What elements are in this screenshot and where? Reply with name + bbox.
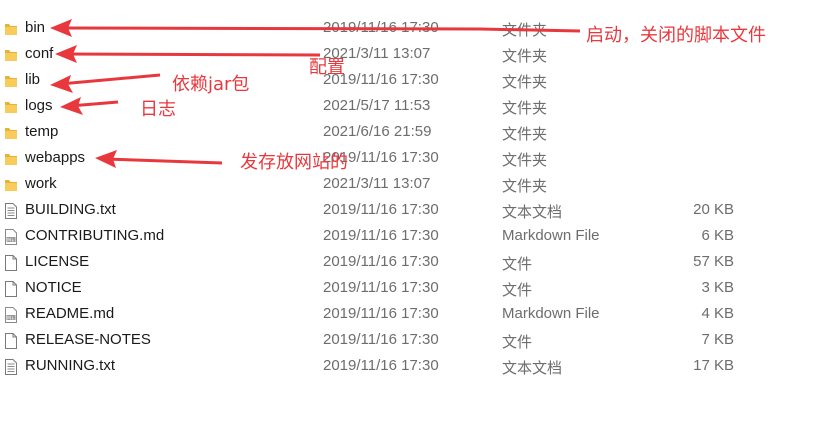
file-type: Markdown File — [502, 305, 600, 322]
file-list: bin 2019/11/16 17:30 文件夹 conf 2021/3/11 13:0… — [0, 16, 821, 380]
file-size: 20 KB — [693, 201, 734, 218]
file-date: 2021/3/11 13:07 — [323, 45, 431, 62]
file-row[interactable]: temp 2021/6/16 21:59 文件夹 — [0, 120, 760, 146]
file-type: 文件夹 — [502, 178, 548, 195]
file-row[interactable]: work 2021/3/11 13:07 文件夹 — [0, 172, 760, 198]
file-size: 4 KB — [701, 305, 734, 322]
file-row[interactable]: RUNNING.txt 2019/11/16 17:30 文本文档 17 KB — [0, 354, 760, 380]
file-date: 2019/11/16 17:30 — [323, 305, 439, 322]
file-row[interactable]: lib 2019/11/16 17:30 文件夹 — [0, 68, 760, 94]
file-row[interactable]: webapps 2019/11/16 17:30 文件夹 — [0, 146, 760, 172]
file-name: CONTRIBUTING.md — [25, 227, 165, 244]
file-size: 3 KB — [701, 279, 734, 296]
file-date: 2019/11/16 17:30 — [323, 19, 439, 36]
folder-icon — [4, 125, 18, 141]
file-type: Markdown File — [502, 227, 600, 244]
file-type: 文件 — [502, 282, 533, 299]
file-type: 文本文档 — [502, 360, 563, 377]
file-date: 2021/6/16 21:59 — [323, 123, 432, 140]
file-name: README.md — [25, 305, 115, 322]
file-date: 2019/11/16 17:30 — [323, 357, 439, 374]
file-type: 文件夹 — [502, 152, 548, 169]
file-name: NOTICE — [25, 279, 82, 296]
file-type: 文件夹 — [502, 100, 548, 117]
file-icon — [4, 281, 18, 297]
folder-icon — [4, 21, 18, 37]
file-type: 文件夹 — [502, 74, 548, 91]
file-name: logs — [25, 97, 53, 114]
file-name: RUNNING.txt — [25, 357, 115, 374]
file-row[interactable]: M↓ CONTRIBUTING.md 2019/11/16 17:30 Markdow… — [0, 224, 760, 250]
file-name: bin — [25, 19, 46, 36]
file-type: 文件夹 — [502, 22, 548, 39]
file-row[interactable]: bin 2019/11/16 17:30 文件夹 — [0, 16, 760, 42]
folder-icon — [4, 151, 18, 167]
file-type: 文本文档 — [502, 204, 563, 221]
file-row[interactable]: LICENSE 2019/11/16 17:30 文件 57 KB — [0, 250, 760, 276]
file-size: 57 KB — [693, 253, 734, 270]
file-date: 2019/11/16 17:30 — [323, 279, 439, 296]
file-row[interactable]: BUILDING.txt 2019/11/16 17:30 文本文档 20 KB — [0, 198, 760, 224]
text-file-icon — [4, 203, 18, 219]
svg-text:M↓: M↓ — [7, 237, 15, 243]
file-type: 文件夹 — [502, 126, 548, 143]
markdown-file-icon: M↓ — [4, 307, 18, 323]
file-date: 2019/11/16 17:30 — [323, 149, 439, 166]
file-name: temp — [25, 123, 59, 140]
file-name: BUILDING.txt — [25, 201, 116, 218]
text-file-icon — [4, 359, 18, 375]
file-row[interactable]: NOTICE 2019/11/16 17:30 文件 3 KB — [0, 276, 760, 302]
file-icon — [4, 255, 18, 271]
file-size: 17 KB — [693, 357, 734, 374]
file-name: webapps — [25, 149, 86, 166]
file-type: 文件 — [502, 256, 533, 273]
file-date: 2019/11/16 17:30 — [323, 71, 439, 88]
folder-icon — [4, 177, 18, 193]
file-name: work — [25, 175, 57, 192]
file-date: 2021/3/11 13:07 — [323, 175, 431, 192]
file-type: 文件夹 — [502, 48, 548, 65]
markdown-file-icon: M↓ — [4, 229, 18, 245]
folder-icon — [4, 47, 18, 63]
folder-icon — [4, 99, 18, 115]
file-row[interactable]: RELEASE-NOTES 2019/11/16 17:30 文件 7 KB — [0, 328, 760, 354]
file-icon — [4, 333, 18, 349]
file-name: lib — [25, 71, 41, 88]
file-date: 2019/11/16 17:30 — [323, 331, 439, 348]
file-name: LICENSE — [25, 253, 90, 270]
file-size: 7 KB — [701, 331, 734, 348]
file-date: 2019/11/16 17:30 — [323, 201, 439, 218]
file-row[interactable]: M↓ README.md 2019/11/16 17:30 Markdown File… — [0, 302, 760, 328]
folder-icon — [4, 73, 18, 89]
svg-text:M↓: M↓ — [7, 315, 15, 321]
file-row[interactable]: logs 2021/5/17 11:53 文件夹 — [0, 94, 760, 120]
file-date: 2019/11/16 17:30 — [323, 227, 439, 244]
file-row[interactable]: conf 2021/3/11 13:07 文件夹 — [0, 42, 760, 68]
file-size: 6 KB — [701, 227, 734, 244]
file-type: 文件 — [502, 334, 533, 351]
file-name: RELEASE-NOTES — [25, 331, 151, 348]
file-date: 2021/5/17 11:53 — [323, 97, 431, 114]
file-name: conf — [25, 45, 54, 62]
file-date: 2019/11/16 17:30 — [323, 253, 439, 270]
